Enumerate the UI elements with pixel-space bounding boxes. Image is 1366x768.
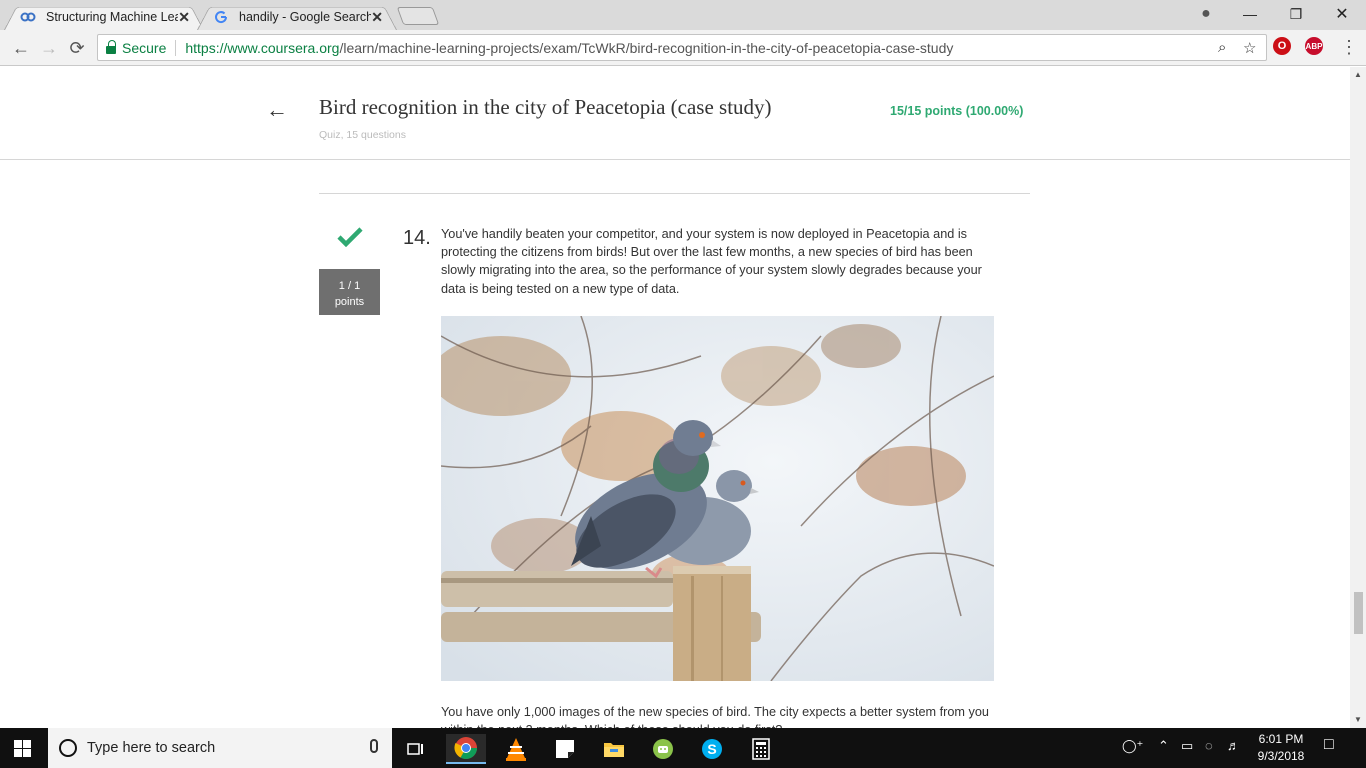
tab-close-icon[interactable]: ✕ [178, 9, 190, 26]
tab-title: handily - Google Search [239, 9, 371, 24]
address-bar[interactable]: Secure https:// www.coursera.org /learn/… [97, 34, 1267, 61]
action-center-icon[interactable]: □ [1324, 736, 1334, 754]
lock-icon [106, 39, 116, 54]
page-content: ← Bird recognition in the city of Peacet… [0, 67, 1366, 728]
reload-icon[interactable]: ⟳ [66, 37, 88, 59]
clock-time: 6:01 PM [1258, 732, 1304, 746]
scroll-down-icon[interactable]: ▼ [1354, 715, 1362, 724]
windows-start-icon[interactable] [14, 740, 31, 757]
minimize-button[interactable]: — [1227, 0, 1273, 28]
coursera-icon [20, 12, 36, 22]
skype-icon[interactable]: S [692, 734, 732, 764]
cortana-icon [59, 739, 77, 757]
tab-strip: Structuring Machine Lear ✕ handily - Goo… [0, 0, 1366, 30]
adblock-plus-icon[interactable]: ABP [1305, 37, 1323, 55]
taskbar-search-box[interactable]: Type here to search [48, 728, 392, 768]
score-badge: 15/15 points (100.00%) [890, 104, 1024, 118]
scrollbar-thumb[interactable] [1354, 592, 1363, 634]
points-badge: 1 / 1 points [319, 269, 380, 315]
people-icon[interactable]: ◯⁺ [1122, 738, 1143, 754]
vlc-icon[interactable] [496, 734, 536, 764]
battery-icon[interactable]: ▭ [1181, 738, 1193, 754]
search-placeholder: Type here to search [87, 740, 216, 756]
close-window-button[interactable]: ✕ [1319, 0, 1365, 28]
pigeons-illustration [441, 316, 994, 681]
taskbar: Type here to search S ◯⁺ ⌃ ▭ ◌ ♬ 6:01 PM… [0, 728, 1366, 768]
scroll-up-icon[interactable]: ▲ [1354, 70, 1362, 79]
show-hidden-icons-icon[interactable]: ⌃ [1158, 738, 1169, 754]
microphone-icon[interactable] [370, 739, 378, 753]
android-icon[interactable] [643, 734, 683, 764]
scrollbar[interactable]: ▲ ▼ [1350, 67, 1366, 728]
wifi-icon[interactable]: ◌ [1205, 738, 1213, 753]
new-tab-button[interactable] [396, 7, 440, 25]
calculator-icon[interactable] [741, 734, 781, 764]
forward-icon[interactable]: → [38, 37, 60, 59]
profile-icon[interactable]: ● [1183, 0, 1229, 28]
restore-button[interactable]: ❐ [1273, 0, 1319, 28]
menu-icon[interactable]: ⋮ [1340, 37, 1358, 58]
question-followup: You have only 1,000 images of the new sp… [441, 705, 989, 728]
sticky-notes-icon[interactable] [545, 734, 585, 764]
checkmark-icon [337, 227, 363, 247]
file-explorer-icon[interactable] [594, 734, 634, 764]
url-path: /learn/machine-learning-projects/exam/Tc… [339, 39, 954, 56]
chrome-icon[interactable] [446, 734, 486, 764]
zoom-icon[interactable]: ⌕ [1218, 39, 1226, 56]
points-label: points [334, 296, 365, 308]
google-icon [215, 11, 228, 24]
opera-icon[interactable]: O [1273, 37, 1291, 55]
tab-google-search[interactable]: handily - Google Search ✕ [197, 3, 397, 30]
clock-date: 9/3/2018 [1257, 749, 1305, 763]
svg-text:S: S [707, 741, 716, 757]
divider [319, 193, 1030, 194]
browser-toolbar: ← → ⟳ Secure https:// www.coursera.org /… [0, 30, 1366, 66]
url-host: www.coursera.org [227, 39, 340, 56]
pigeons-photo [441, 316, 994, 681]
back-arrow-icon[interactable]: ← [266, 97, 288, 123]
url-scheme: https:// [185, 39, 228, 56]
task-view-icon[interactable] [396, 734, 436, 764]
tab-close-icon[interactable]: ✕ [371, 9, 383, 26]
quiz-header: ← Bird recognition in the city of Peacet… [0, 67, 1350, 160]
points-value: 1 / 1 [338, 280, 361, 292]
volume-icon[interactable]: ♬ [1227, 738, 1240, 753]
system-clock[interactable]: 6:01 PM 9/3/2018 [1250, 731, 1312, 765]
quiz-subtitle: Quiz, 15 questions [319, 129, 406, 141]
question-number: 14. [403, 227, 431, 249]
tab-coursera[interactable]: Structuring Machine Lear ✕ [4, 3, 204, 30]
bookmark-star-icon[interactable]: ☆ [1243, 39, 1256, 57]
question-text: You've handily beaten your competitor, a… [441, 227, 982, 296]
back-icon[interactable]: ← [10, 37, 32, 59]
secure-label: Secure [122, 39, 167, 56]
page-title: Bird recognition in the city of Peacetop… [319, 95, 772, 119]
tab-title: Structuring Machine Lear [46, 9, 178, 24]
